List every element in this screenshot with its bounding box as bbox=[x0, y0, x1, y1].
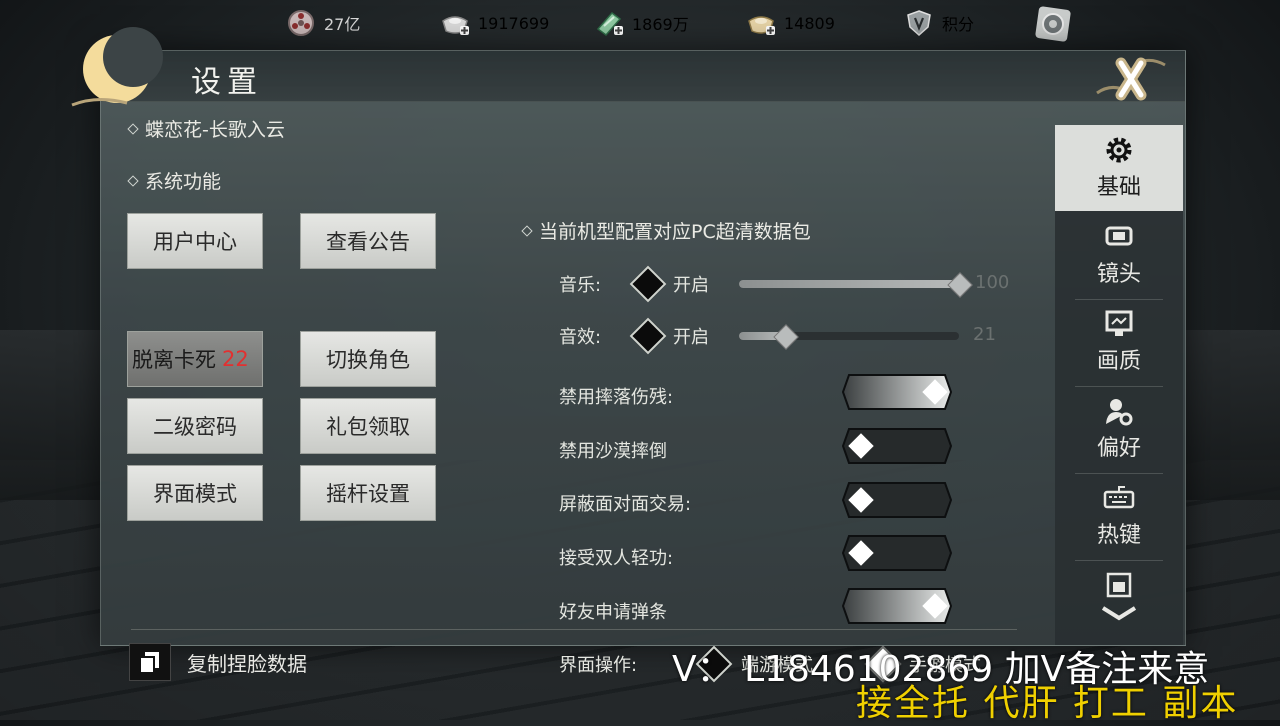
tab-preference-label: 偏好 bbox=[1096, 436, 1141, 461]
ui-mode-button[interactable]: 界面模式 bbox=[127, 465, 263, 521]
silver-ingot-icon bbox=[442, 16, 469, 35]
sfx-toggle[interactable] bbox=[629, 317, 667, 355]
tab-basic-label: 基础 bbox=[1096, 175, 1141, 200]
chevron-down-icon[interactable] bbox=[1099, 604, 1139, 622]
announcements-button[interactable]: 查看公告 bbox=[300, 213, 436, 269]
copy-icon bbox=[129, 643, 171, 681]
toggle-label-trade-block: 屏蔽面对面交易: bbox=[559, 494, 692, 515]
friend-popup-toggle[interactable] bbox=[841, 587, 953, 625]
switch-character-button[interactable]: 切换角色 bbox=[300, 331, 436, 387]
jade-icon bbox=[596, 11, 623, 37]
dual-qinggong-toggle[interactable] bbox=[841, 534, 953, 572]
bullet-diamond-icon bbox=[127, 174, 139, 187]
sfx-state: 开启 bbox=[673, 327, 709, 348]
divider bbox=[131, 629, 1017, 630]
currency-jade[interactable]: 1869万 bbox=[594, 9, 689, 37]
sfx-slider[interactable] bbox=[739, 332, 959, 340]
settings-panel: 设置 蝶恋花-长歌入云 系统功能 用户中心 查看公告 脱离卡死 22 切换角色 … bbox=[71, 27, 1186, 683]
keyboard-icon bbox=[1103, 486, 1135, 509]
shop-icon bbox=[1106, 572, 1132, 598]
joystick-settings-button[interactable]: 摇杆设置 bbox=[300, 465, 436, 521]
toggle-label-fall-injury: 禁用摔落伤残: bbox=[559, 387, 674, 408]
music-slider[interactable] bbox=[739, 280, 959, 288]
data-pack-text: 当前机型配置对应PC超清数据包 bbox=[539, 221, 811, 243]
currency-reel[interactable]: 27亿 bbox=[286, 9, 360, 37]
unstuck-label: 脱离卡死 bbox=[132, 348, 216, 372]
unstuck-countdown: 22 bbox=[222, 347, 249, 371]
panel-title: 设置 bbox=[191, 65, 263, 100]
user-center-button[interactable]: 用户中心 bbox=[127, 213, 263, 269]
music-slider-knob[interactable] bbox=[947, 272, 973, 298]
secondary-password-button[interactable]: 二级密码 bbox=[127, 398, 263, 454]
currency-silver[interactable]: 1917699 bbox=[440, 9, 549, 37]
sfx-value: 21 bbox=[973, 324, 996, 345]
currency-gold[interactable]: 14809 bbox=[746, 9, 835, 37]
unstuck-button[interactable]: 脱离卡死 22 bbox=[127, 331, 263, 387]
sfx-label: 音效: bbox=[559, 327, 602, 348]
tab-hotkeys-label: 热键 bbox=[1096, 523, 1141, 548]
currency-reel-value: 27亿 bbox=[324, 15, 361, 34]
ui-op-label: 界面操作: bbox=[559, 655, 638, 676]
toggle-label-dual-qinggong: 接受双人轻功: bbox=[559, 548, 674, 569]
music-state: 开启 bbox=[673, 275, 709, 296]
music-toggle[interactable] bbox=[629, 265, 667, 303]
data-pack-header: 当前机型配置对应PC超清数据包 bbox=[521, 217, 811, 244]
system-section-header: 系统功能 bbox=[127, 167, 222, 194]
background-wall-left bbox=[0, 330, 110, 500]
tab-preference[interactable]: 偏好 bbox=[1055, 386, 1183, 472]
top-settings-button[interactable] bbox=[1034, 5, 1072, 43]
tab-graphics[interactable]: 画质 bbox=[1055, 299, 1183, 385]
monitor-icon bbox=[1105, 310, 1133, 336]
user-settings-icon bbox=[1106, 399, 1133, 426]
tab-camera-label: 镜头 bbox=[1096, 262, 1141, 287]
tab-camera[interactable]: 镜头 bbox=[1055, 212, 1183, 298]
music-value: 100 bbox=[975, 272, 1010, 293]
close-icon[interactable] bbox=[1091, 53, 1169, 105]
currency-gold-value: 14809 bbox=[784, 13, 835, 33]
trade-block-toggle[interactable] bbox=[841, 481, 953, 519]
film-reel-icon bbox=[288, 10, 314, 36]
settings-gear-badge-icon bbox=[1035, 6, 1071, 42]
panel-content: 蝶恋花-长歌入云 系统功能 用户中心 查看公告 脱离卡死 22 切换角色 二级密… bbox=[101, 101, 1053, 683]
server-name: 蝶恋花-长歌入云 bbox=[127, 115, 285, 142]
music-slider-fill bbox=[739, 280, 959, 288]
tab-basic[interactable]: 基础 bbox=[1055, 125, 1183, 211]
server-name-text: 蝶恋花-长歌入云 bbox=[145, 119, 285, 141]
sfx-slider-knob[interactable] bbox=[773, 324, 799, 350]
background-wall-right bbox=[1180, 330, 1280, 500]
currency-silver-value: 1917699 bbox=[478, 13, 550, 33]
points-label: 积分 bbox=[942, 15, 975, 34]
toggle-label-desert-fall: 禁用沙漠摔倒 bbox=[559, 441, 667, 462]
shield-points-icon bbox=[907, 10, 931, 37]
settings-tabs: 基础 镜头 画质 偏好 热键 bbox=[1055, 125, 1183, 645]
camera-lens-icon bbox=[1105, 226, 1133, 246]
tab-graphics-label: 画质 bbox=[1096, 349, 1141, 374]
toggle-label-friend-popup: 好友申请弹条 bbox=[559, 602, 667, 623]
gear-icon bbox=[1106, 137, 1132, 163]
panel-header: 设置 bbox=[71, 27, 1185, 107]
currency-jade-value: 1869万 bbox=[632, 15, 689, 34]
tab-shop[interactable] bbox=[1055, 560, 1183, 645]
system-section-text: 系统功能 bbox=[145, 171, 222, 193]
desert-fall-toggle[interactable] bbox=[841, 427, 953, 465]
bullet-diamond-icon bbox=[127, 122, 139, 135]
copy-face-data-label: 复制捏脸数据 bbox=[187, 651, 307, 676]
bullet-diamond-icon bbox=[521, 224, 533, 237]
music-label: 音乐: bbox=[559, 275, 602, 296]
gold-ingot-icon bbox=[748, 16, 775, 35]
tab-hotkeys[interactable]: 热键 bbox=[1055, 473, 1183, 559]
watermark-service: 接全托 代肝 打工 副本 bbox=[856, 683, 1239, 724]
gift-claim-button[interactable]: 礼包领取 bbox=[300, 398, 436, 454]
points-button[interactable]: 积分 bbox=[904, 9, 974, 37]
fall-injury-toggle[interactable] bbox=[841, 373, 953, 411]
copy-face-data-button[interactable]: 复制捏脸数据 bbox=[129, 643, 307, 681]
